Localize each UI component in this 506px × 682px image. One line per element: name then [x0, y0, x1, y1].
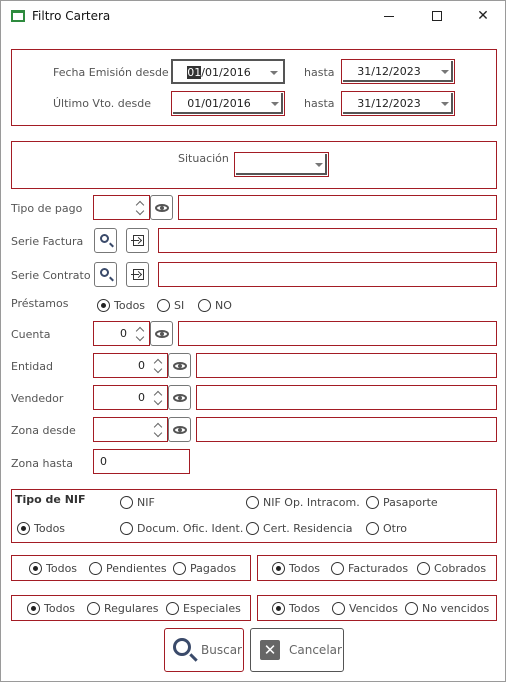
zona-hasta-label: Zona hasta — [11, 457, 73, 470]
fecha-emision-label: Fecha Emisión desde — [53, 66, 169, 79]
maximize-icon — [432, 11, 442, 21]
eye-icon — [173, 394, 187, 402]
ultimo-vto-label: Último Vto. desde — [53, 97, 152, 110]
cuenta-label: Cuenta — [11, 328, 51, 341]
tipo-pago-label: Tipo de pago — [11, 202, 83, 215]
serie-contrato-search-button[interactable] — [94, 262, 117, 287]
fecha-emision-desde-combo[interactable]: 01/01/2016 — [171, 59, 285, 84]
cancelar-button[interactable]: ✕ Cancelar — [250, 628, 344, 672]
buscar-label: Buscar — [201, 643, 242, 657]
buscar-button[interactable]: Buscar — [164, 628, 244, 672]
serie-factura-search-button[interactable] — [94, 228, 117, 253]
window-title: Filtro Cartera — [32, 9, 111, 23]
tipo-pago-stepper[interactable] — [93, 195, 150, 220]
eye-icon — [155, 204, 169, 212]
spin-down-icon[interactable] — [135, 206, 145, 216]
entidad-view-button[interactable] — [168, 353, 191, 378]
cuenta-view-button[interactable] — [150, 321, 173, 346]
zona-hasta-value: 0 — [100, 455, 107, 468]
serie-contrato-input[interactable] — [158, 262, 497, 287]
vendedor-stepper[interactable]: 0 — [93, 385, 168, 410]
fecha-emision-desde-selection: 01 — [187, 66, 202, 79]
maximize-button[interactable] — [415, 1, 459, 32]
chevron-down-icon — [441, 70, 449, 74]
fecha-emision-hasta-label: hasta — [304, 66, 335, 79]
fecha-emision-hasta-value: 31/12/2023 — [357, 65, 421, 78]
minimize-button[interactable] — [367, 1, 411, 32]
search-icon — [100, 268, 109, 277]
fecha-emision-hasta-combo[interactable]: 31/12/2023 — [341, 59, 455, 84]
situacion-combo[interactable] — [234, 152, 329, 177]
entidad-value: 0 — [138, 359, 145, 372]
tipo-pago-description[interactable] — [178, 195, 497, 220]
cancel-icon: ✕ — [260, 640, 280, 660]
entidad-stepper[interactable]: 0 — [93, 353, 168, 378]
chevron-down-icon — [270, 71, 278, 75]
prestamos-label: Préstamos — [11, 297, 69, 310]
spin-down-icon[interactable] — [153, 396, 163, 406]
title-bar: Filtro Cartera ✕ — [1, 1, 505, 32]
eye-icon — [173, 426, 187, 434]
vendedor-value: 0 — [138, 391, 145, 404]
entidad-label: Entidad — [11, 360, 53, 373]
serie-contrato-select-button[interactable] — [126, 262, 149, 287]
ultimo-vto-desde-combo[interactable]: 01/01/2016 — [171, 91, 285, 116]
ultimo-vto-hasta-value: 31/12/2023 — [357, 97, 421, 110]
zona-desde-view-button[interactable] — [168, 417, 191, 442]
serie-contrato-label: Serie Contrato — [11, 269, 91, 282]
fecha-emision-desde-rest: /01/2016 — [201, 66, 251, 79]
cancelar-label: Cancelar — [289, 643, 342, 657]
zona-hasta-input[interactable]: 0 — [93, 449, 190, 474]
serie-factura-input[interactable] — [158, 228, 497, 253]
cuenta-value: 0 — [120, 327, 127, 340]
spin-down-icon[interactable] — [153, 364, 163, 374]
chevron-down-icon — [271, 102, 279, 106]
tipo-nif-label: Tipo de NIF — [15, 493, 86, 506]
eye-icon — [173, 362, 187, 370]
spin-down-icon[interactable] — [153, 428, 163, 438]
enter-icon — [131, 235, 144, 246]
ultimo-vto-hasta-label: hasta — [304, 97, 335, 110]
zona-desde-label: Zona desde — [11, 424, 76, 437]
cuenta-stepper[interactable]: 0 — [93, 321, 150, 346]
eye-icon — [155, 330, 169, 338]
vendedor-view-button[interactable] — [168, 385, 191, 410]
zona-desde-description[interactable] — [196, 417, 497, 442]
window-icon — [11, 10, 25, 22]
entidad-description[interactable] — [196, 353, 497, 378]
chevron-down-icon — [441, 102, 449, 106]
filter-dialog: Filtro Cartera ✕ Fecha Emisión desde 01/… — [0, 0, 506, 682]
cuenta-description[interactable] — [178, 321, 497, 346]
ultimo-vto-desde-value: 01/01/2016 — [187, 97, 251, 110]
vendedor-description[interactable] — [196, 385, 497, 410]
enter-icon — [131, 269, 144, 280]
chevron-down-icon — [315, 163, 323, 167]
spin-down-icon[interactable] — [135, 332, 145, 342]
serie-factura-select-button[interactable] — [126, 228, 149, 253]
tipo-pago-view-button[interactable] — [150, 195, 173, 220]
minimize-icon — [384, 15, 394, 17]
search-icon — [173, 638, 191, 656]
vendedor-label: Vendedor — [11, 392, 64, 405]
ultimo-vto-hasta-combo[interactable]: 31/12/2023 — [341, 91, 455, 116]
close-icon: ✕ — [477, 8, 489, 24]
search-icon — [100, 234, 109, 243]
close-button[interactable]: ✕ — [461, 1, 505, 32]
situacion-label: Situación — [178, 152, 229, 165]
serie-factura-label: Serie Factura — [11, 235, 84, 248]
zona-desde-stepper[interactable] — [93, 417, 168, 442]
